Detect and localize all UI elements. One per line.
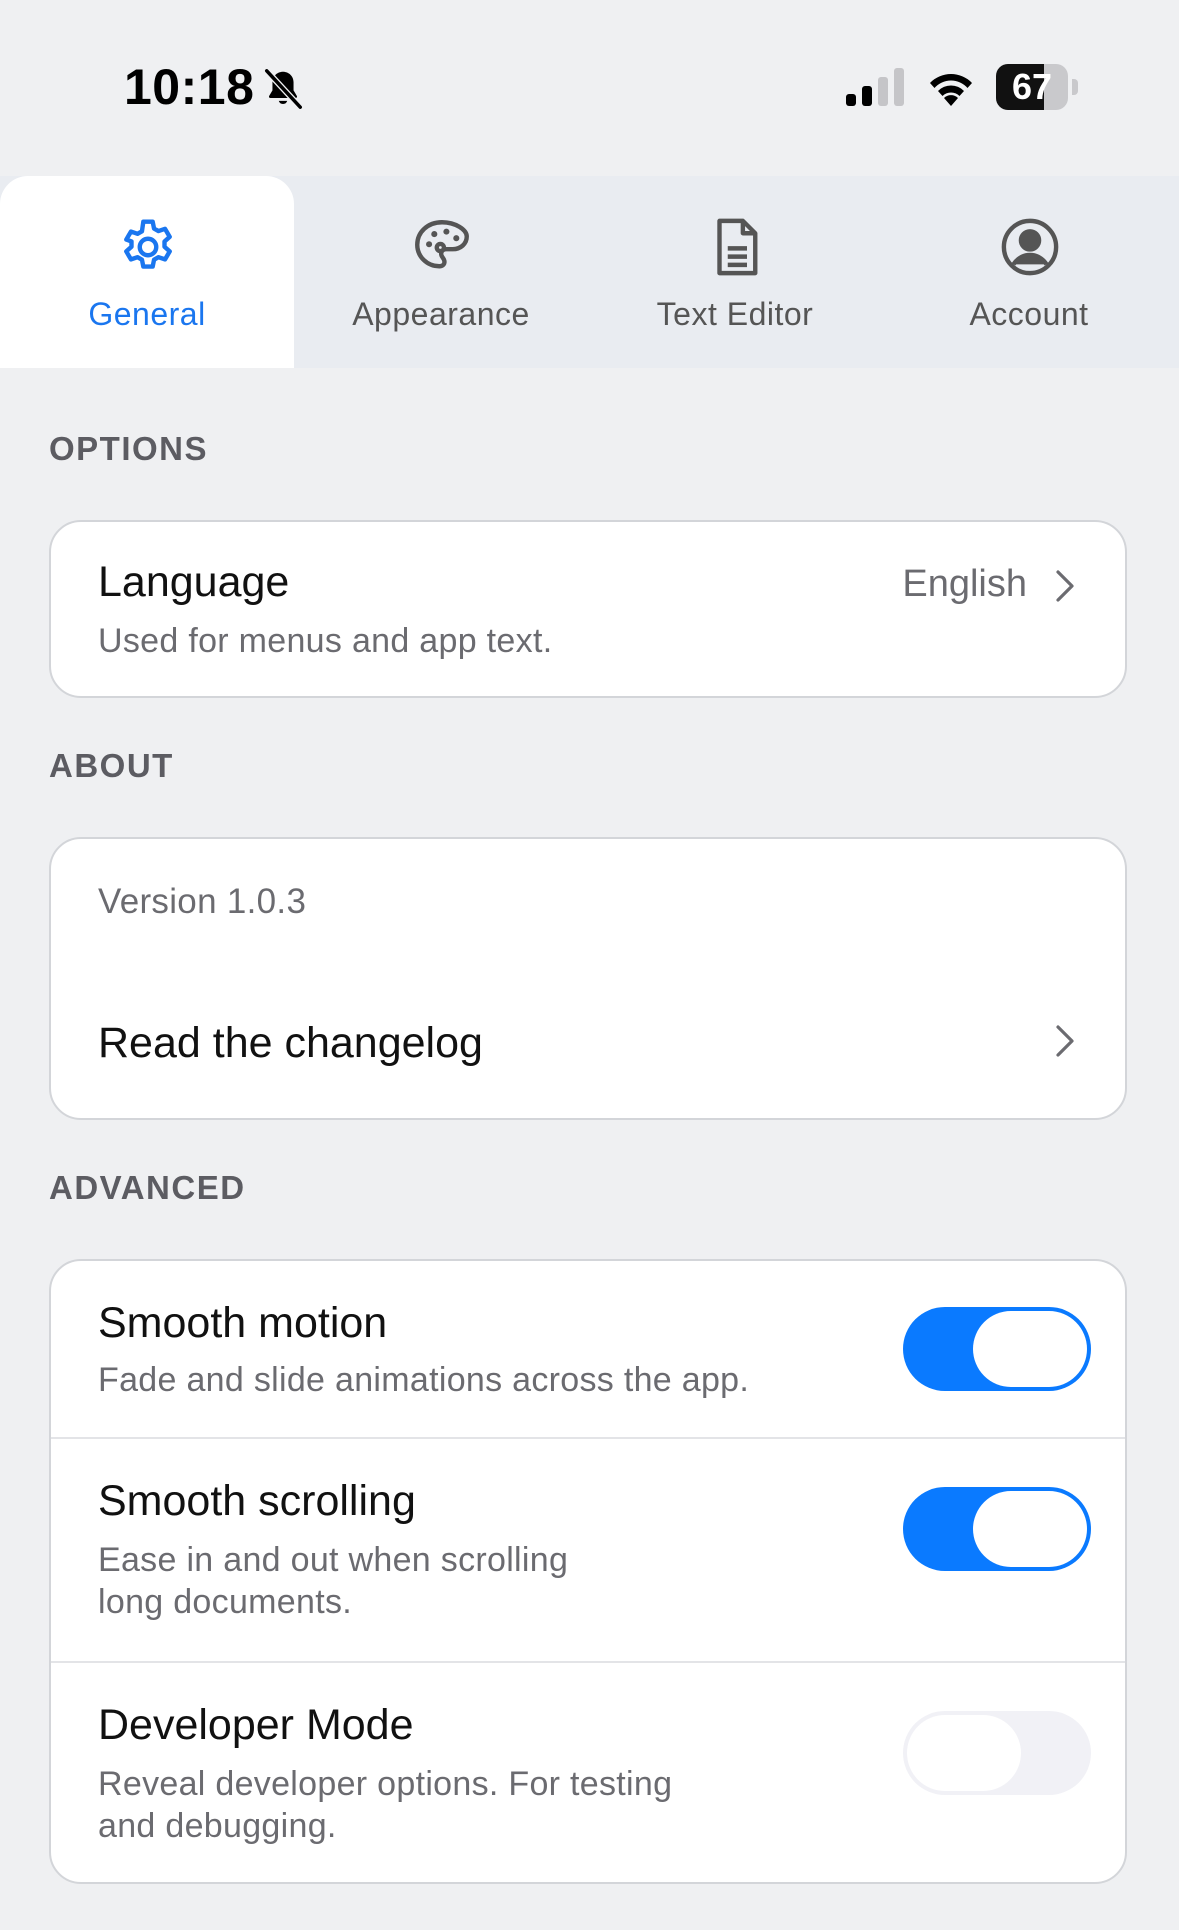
tab-general[interactable]: General <box>0 176 294 368</box>
smooth-motion-toggle[interactable] <box>903 1307 1091 1391</box>
settings-tab-bar: General Appearance Text Editor Account <box>0 176 1179 368</box>
changelog-title: Read the changelog <box>98 1019 483 1067</box>
developer-mode-title: Developer Mode <box>98 1701 414 1749</box>
smooth-scrolling-subtitle-line-1: Ease in and out when scrolling <box>98 1541 569 1579</box>
smooth-motion-subtitle: Fade and slide animations across the app… <box>98 1361 750 1399</box>
section-header-advanced: ADVANCED <box>49 1169 246 1206</box>
language-title: Language <box>98 558 290 606</box>
wifi-icon <box>930 74 972 106</box>
tab-general-label: General <box>88 296 206 332</box>
document-icon <box>717 218 758 276</box>
person-circle-icon <box>1001 218 1059 276</box>
tab-account[interactable]: Account <box>882 176 1176 368</box>
advanced-card: Smooth motion Fade and slide animations … <box>49 1259 1127 1884</box>
battery-percentage: 67 <box>1011 66 1053 107</box>
tab-appearance-label: Appearance <box>352 296 530 332</box>
version-text: Version 1.0.3 <box>98 882 307 921</box>
options-card: Language Used for menus and app text. En… <box>49 520 1127 698</box>
tab-account-label: Account <box>969 296 1089 332</box>
palette-icon <box>415 220 469 269</box>
section-header-about: ABOUT <box>49 747 174 784</box>
about-card: Version 1.0.3 Read the changelog <box>49 837 1127 1120</box>
smooth-scrolling-subtitle-line-2: long documents. <box>98 1583 352 1621</box>
battery-icon: 67 <box>996 64 1080 110</box>
status-time: 10:18 <box>124 59 255 115</box>
smooth-scrolling-toggle[interactable] <box>903 1487 1091 1571</box>
smooth-scrolling-title: Smooth scrolling <box>98 1477 416 1525</box>
language-row[interactable]: Language Used for menus and app text. En… <box>51 522 1125 696</box>
signal-icon <box>846 68 904 106</box>
gear-icon <box>124 219 172 269</box>
section-header-options: OPTIONS <box>49 430 209 467</box>
smooth-motion-row: Smooth motion Fade and slide animations … <box>51 1261 1125 1437</box>
tab-text-editor[interactable]: Text Editor <box>588 176 882 368</box>
language-subtitle: Used for menus and app text. <box>98 622 553 660</box>
developer-mode-toggle[interactable] <box>903 1711 1091 1795</box>
smooth-scrolling-row: Smooth scrolling Ease in and out when sc… <box>51 1439 1125 1661</box>
tab-appearance[interactable]: Appearance <box>294 176 588 368</box>
developer-mode-row: Developer Mode Reveal developer options.… <box>51 1663 1125 1882</box>
changelog-row[interactable]: Read the changelog <box>51 963 1125 1118</box>
smooth-motion-title: Smooth motion <box>98 1299 388 1347</box>
developer-mode-subtitle-line-1: Reveal developer options. For testing <box>98 1765 673 1803</box>
chevron-right-icon <box>1056 1025 1074 1057</box>
status-bar: 10:18 67 <box>0 0 1179 176</box>
developer-mode-subtitle-line-2: and debugging. <box>98 1807 337 1845</box>
bell-slash-icon <box>264 68 303 110</box>
chevron-right-icon <box>1056 570 1074 602</box>
tab-text-editor-label: Text Editor <box>656 296 814 332</box>
language-value: English <box>902 563 1027 605</box>
